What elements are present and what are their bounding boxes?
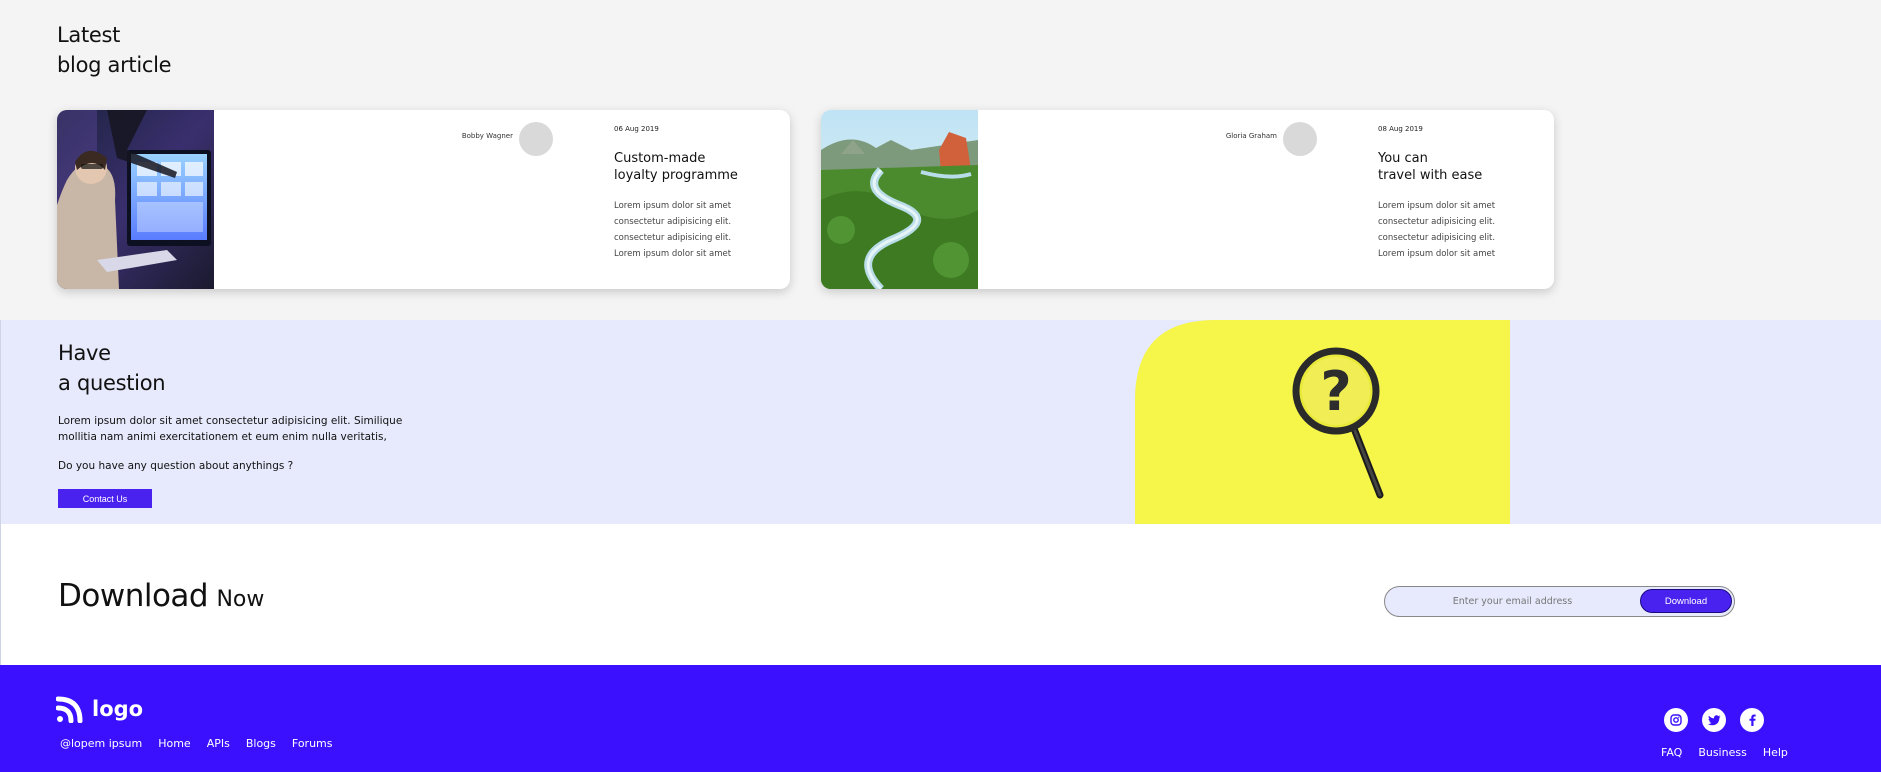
- blog-card[interactable]: Gloria Graham 08 Aug 2019 You can travel…: [821, 110, 1554, 289]
- footer-link-lopem-ipsum[interactable]: @lopem ipsum: [60, 737, 142, 750]
- download-button[interactable]: Download: [1640, 589, 1732, 613]
- blog-card-heading[interactable]: Custom-made loyalty programme: [614, 150, 784, 184]
- svg-text:?: ?: [1320, 360, 1351, 423]
- contact-us-button[interactable]: Contact Us: [58, 489, 152, 508]
- footer-link-faq[interactable]: FAQ: [1661, 746, 1682, 759]
- blog-card-image: [821, 110, 978, 289]
- logo[interactable]: logo: [56, 695, 143, 723]
- download-title: Download Now: [58, 578, 265, 614]
- footer-link-forums[interactable]: Forums: [292, 737, 333, 750]
- facebook-button[interactable]: [1740, 708, 1764, 732]
- question-title: Have a question: [58, 341, 166, 395]
- twitter-icon: [1707, 714, 1720, 725]
- footer-nav: @lopem ipsum Home APIs Blogs Forums: [60, 737, 333, 750]
- avatar: [519, 122, 553, 156]
- instagram-button[interactable]: [1664, 708, 1688, 732]
- blog-card-author: Gloria Graham: [1225, 132, 1277, 140]
- email-input[interactable]: [1385, 587, 1640, 615]
- magnifier-illustration: ?: [1135, 320, 1510, 524]
- logo-icon: [56, 696, 83, 723]
- download-section: Download Now Download: [0, 524, 1881, 665]
- blog-card-heading[interactable]: You can travel with ease: [1378, 150, 1548, 184]
- blog-card-excerpt: Lorem ipsum dolor sit amet consectetur a…: [1378, 201, 1496, 259]
- question-section: Have a question Lorem ipsum dolor sit am…: [0, 320, 1881, 524]
- social-links: [1664, 708, 1764, 732]
- footer-link-blogs[interactable]: Blogs: [246, 737, 276, 750]
- footer-link-home[interactable]: Home: [158, 737, 190, 750]
- blog-card-excerpt: Lorem ipsum dolor sit amet consectetur a…: [614, 201, 732, 259]
- footer: logo @lopem ipsum Home APIs Blogs Forums: [0, 665, 1881, 772]
- logo-text: logo: [92, 697, 144, 721]
- question-description: Lorem ipsum dolor sit amet consectetur a…: [58, 415, 403, 443]
- blog-card[interactable]: Bobby Wagner 06 Aug 2019 Custom-made loy…: [57, 110, 790, 289]
- blog-card-author: Bobby Wagner: [461, 132, 513, 140]
- blog-card-image: [57, 110, 214, 289]
- footer-link-help[interactable]: Help: [1763, 746, 1788, 759]
- facebook-icon: [1749, 714, 1756, 726]
- blog-section-title: Latest blog article: [57, 23, 172, 77]
- blog-card-date: 06 Aug 2019: [614, 125, 659, 133]
- blog-section: Latest blog article Bobby Wagner 06 Aug …: [0, 0, 1881, 320]
- instagram-icon: [1670, 714, 1682, 726]
- twitter-button[interactable]: [1702, 708, 1726, 732]
- footer-secondary-nav: FAQ Business Help: [1661, 746, 1788, 759]
- blog-card-date: 08 Aug 2019: [1378, 125, 1423, 133]
- footer-link-business[interactable]: Business: [1698, 746, 1747, 759]
- avatar: [1283, 122, 1317, 156]
- question-prompt: Do you have any question about anythings…: [58, 460, 294, 472]
- download-form: Download: [1384, 586, 1735, 617]
- footer-link-apis[interactable]: APIs: [207, 737, 230, 750]
